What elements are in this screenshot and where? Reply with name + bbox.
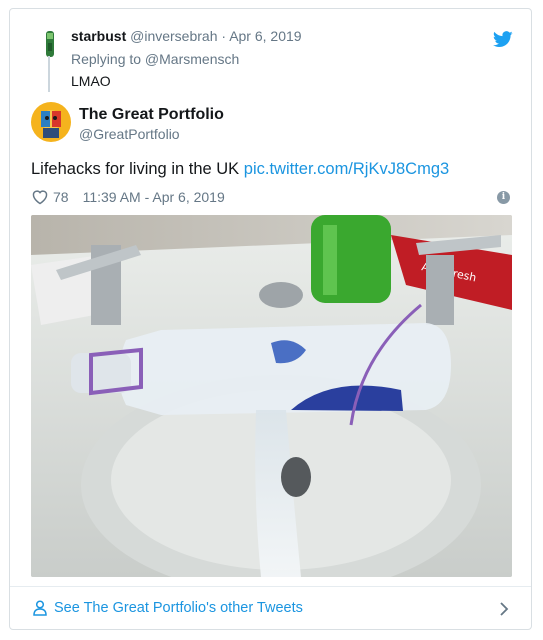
- tweet-media-link[interactable]: pic.twitter.com/RjKvJ8Cmg3: [244, 160, 449, 178]
- tweet-photo[interactable]: Aquafresh: [31, 215, 512, 577]
- replying-to[interactable]: Replying to @Marsmensch: [71, 51, 239, 67]
- reply-author-handle[interactable]: @inversebrah: [130, 28, 217, 44]
- reply-avatar[interactable]: [40, 29, 60, 59]
- tweet-text: Lifehacks for living in the UK pic.twitt…: [31, 160, 449, 179]
- person-icon: [33, 600, 47, 616]
- info-icon[interactable]: i: [497, 191, 510, 204]
- tweet-body: Lifehacks for living in the UK: [31, 160, 240, 178]
- reply-header: starbust @inversebrah · Apr 6, 2019: [71, 28, 302, 44]
- other-tweets-footer[interactable]: See The Great Portfolio's other Tweets: [10, 587, 531, 630]
- like-count[interactable]: 78: [53, 189, 69, 205]
- author-name[interactable]: The Great Portfolio: [79, 106, 224, 124]
- tweet-photo-image: Aquafresh: [31, 215, 512, 577]
- author-avatar[interactable]: [31, 102, 71, 142]
- tweet-timestamp[interactable]: 11:39 AM - Apr 6, 2019: [83, 189, 225, 205]
- chevron-right-icon[interactable]: [499, 601, 509, 617]
- reply-avatar-image: [46, 31, 54, 57]
- embedded-tweet-card: starbust @inversebrah · Apr 6, 2019 Repl…: [9, 8, 532, 630]
- reply-date[interactable]: Apr 6, 2019: [229, 28, 301, 44]
- author-handle[interactable]: @GreatPortfolio: [79, 126, 180, 142]
- other-tweets-link[interactable]: See The Great Portfolio's other Tweets: [54, 600, 303, 616]
- tweet-meta: 78 11:39 AM - Apr 6, 2019: [31, 187, 225, 207]
- thread-connector: [48, 56, 50, 92]
- author-avatar-image: [31, 102, 71, 142]
- twitter-bird-icon[interactable]: [493, 31, 513, 48]
- heart-icon[interactable]: [31, 189, 49, 205]
- reply-separator: ·: [221, 28, 227, 44]
- reply-author-name[interactable]: starbust: [71, 28, 126, 44]
- reply-text: LMAO: [71, 73, 111, 89]
